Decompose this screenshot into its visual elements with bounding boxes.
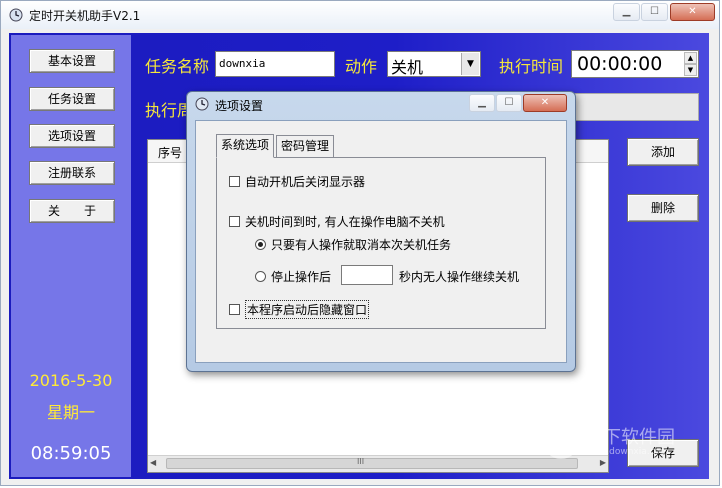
spin-up-icon[interactable]: ▲ [684,52,697,64]
sidebar-basic-settings-button[interactable]: 基本设置 [29,49,115,73]
hide-on-start-checkbox[interactable] [229,304,240,315]
scroll-right-icon[interactable]: ▶ [600,458,606,467]
window-title: 定时开关机助手V2.1 [29,9,141,23]
current-clock: 08:59:05 [30,443,112,464]
minimize-icon: ▁ [478,97,486,108]
scroll-left-icon[interactable]: ◀ [150,458,156,467]
horizontal-scrollbar[interactable]: ◀ III ▶ [148,455,608,472]
exec-time-value: 00:00:00 [577,53,663,75]
close-icon: ✕ [540,97,550,108]
dialog-close-button[interactable]: ✕ [523,94,567,112]
watermark-url: www.downxia.com [585,447,669,457]
tab-system-options[interactable]: 系统选项 [216,134,274,158]
maximize-icon: ☐ [504,97,514,108]
no-shutdown-checkbox[interactable] [229,216,240,227]
title-bar[interactable]: 定时开关机助手V2.1 ▁ ☐ ✕ [1,1,719,29]
hide-on-start-label: 本程序启动后隐藏窗口 [245,300,370,319]
exec-time-input[interactable]: 00:00:00 ▲ ▼ [571,50,699,78]
stop-after-radio[interactable] [255,271,266,282]
stop-after-seconds-input[interactable] [341,265,393,285]
action-value: 关机 [391,58,424,77]
dialog-minimize-button[interactable]: ▁ [469,94,495,112]
dialog-maximize-button[interactable]: ☐ [496,94,522,112]
exec-time-label: 执行时间 [499,57,564,76]
current-date: 2016-5-30 [29,371,113,390]
watermark-text: 当下软件园 [585,427,675,448]
stop-after-suffix: 秒内无人操作继续关机 [399,270,520,284]
options-dialog: 选项设置 ▁ ☐ ✕ 系统选项 密码管理 自动开机后关闭显示器 关机时间到时, … [186,91,576,372]
scroll-thumb[interactable]: III [166,457,578,469]
current-weekday: 星期一 [46,403,95,422]
task-name-label: 任务名称 [145,57,210,76]
system-options-page: 自动开机后关闭显示器 关机时间到时, 有人在操作电脑不关机 只要有人操作就取消本… [216,157,546,329]
exec-period-field[interactable] [569,93,699,121]
dialog-panel: 系统选项 密码管理 自动开机后关闭显示器 关机时间到时, 有人在操作电脑不关机 … [195,120,567,363]
dialog-title: 选项设置 [215,99,264,113]
close-button[interactable]: ✕ [670,3,715,21]
minimize-icon: ▁ [622,6,631,17]
close-display-label: 自动开机后关闭显示器 [245,175,366,189]
sidebar-task-settings-button[interactable]: 任务设置 [29,87,115,111]
close-display-checkbox[interactable] [229,176,240,187]
sidebar: 基本设置 任务设置 选项设置 注册联系 关 于 2016-5-30 星期一 08… [11,35,131,477]
action-label: 动作 [345,57,378,76]
task-name-value: downxia [219,57,266,70]
action-select[interactable]: 关机 ▼ [387,51,481,77]
maximize-button[interactable]: ☐ [641,3,668,21]
tab-password-management[interactable]: 密码管理 [276,135,334,157]
stop-after-prefix: 停止操作后 [271,270,332,284]
task-name-input[interactable]: downxia [215,51,335,77]
app-clock-icon [9,8,23,22]
delete-button[interactable]: 删除 [627,194,699,222]
add-button[interactable]: 添加 [627,138,699,166]
no-shutdown-label: 关机时间到时, 有人在操作电脑不关机 [245,215,445,229]
maximize-icon: ☐ [650,6,659,17]
close-icon: ✕ [688,6,697,17]
scroll-grip: III [357,457,365,466]
cancel-on-activity-radio[interactable] [255,239,266,250]
chevron-down-icon[interactable]: ▼ [461,53,479,75]
spin-down-icon[interactable]: ▼ [684,64,697,76]
cancel-on-activity-label: 只要有人操作就取消本次关机任务 [271,238,452,252]
sidebar-about-button[interactable]: 关 于 [29,199,115,223]
sidebar-register-button[interactable]: 注册联系 [29,161,115,185]
minimize-button[interactable]: ▁ [613,3,640,21]
column-header-index[interactable]: 序号 [158,144,182,161]
watermark-logo-icon [543,423,579,459]
sidebar-option-settings-button[interactable]: 选项设置 [29,124,115,148]
dialog-app-icon [195,97,209,111]
